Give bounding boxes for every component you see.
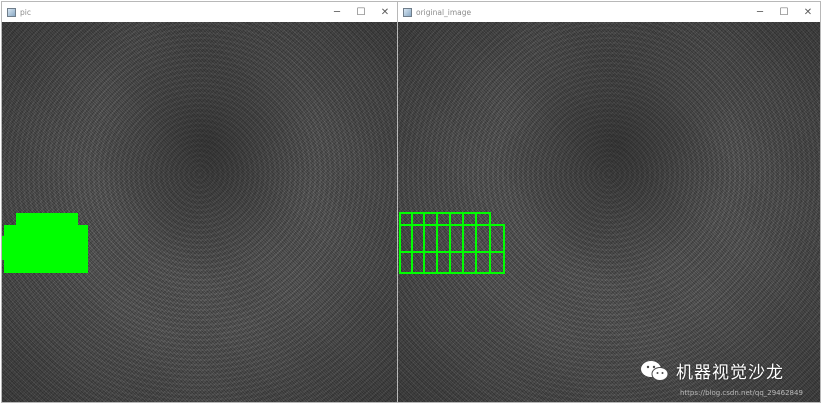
title-bar[interactable]: pic ─ ☐ ✕ — [2, 2, 397, 22]
original-image-window: original_image ─ ☐ ✕ — [397, 1, 821, 403]
maximize-button[interactable]: ☐ — [349, 2, 373, 22]
watermark-url: https://blog.csdn.net/qq_29462849 — [680, 389, 803, 397]
wechat-icon — [641, 360, 669, 381]
window-title: pic — [20, 7, 31, 17]
close-button[interactable]: ✕ — [796, 2, 820, 22]
close-button[interactable]: ✕ — [373, 2, 397, 22]
maximize-button[interactable]: ☐ — [772, 2, 796, 22]
minimize-button[interactable]: ─ — [325, 2, 349, 22]
window-controls: ─ ☐ ✕ — [325, 2, 397, 22]
minimize-button[interactable]: ─ — [748, 2, 772, 22]
title-bar[interactable]: original_image ─ ☐ ✕ — [398, 2, 820, 22]
detected-region-blob — [4, 225, 88, 273]
bounding-box-overlay — [399, 212, 505, 274]
wechat-watermark: 机器视觉沙龙 — [640, 358, 784, 383]
app-icon — [7, 7, 16, 17]
app-icon — [403, 7, 412, 17]
window-title: original_image — [416, 7, 472, 17]
image-canvas — [2, 22, 397, 402]
image-canvas — [398, 22, 820, 402]
pic-window: pic ─ ☐ ✕ — [1, 1, 398, 403]
detected-region-blob — [2, 236, 16, 260]
bounding-box — [399, 224, 505, 274]
window-controls: ─ ☐ ✕ — [748, 2, 820, 22]
watermark-brand: 机器视觉沙龙 — [676, 363, 784, 383]
